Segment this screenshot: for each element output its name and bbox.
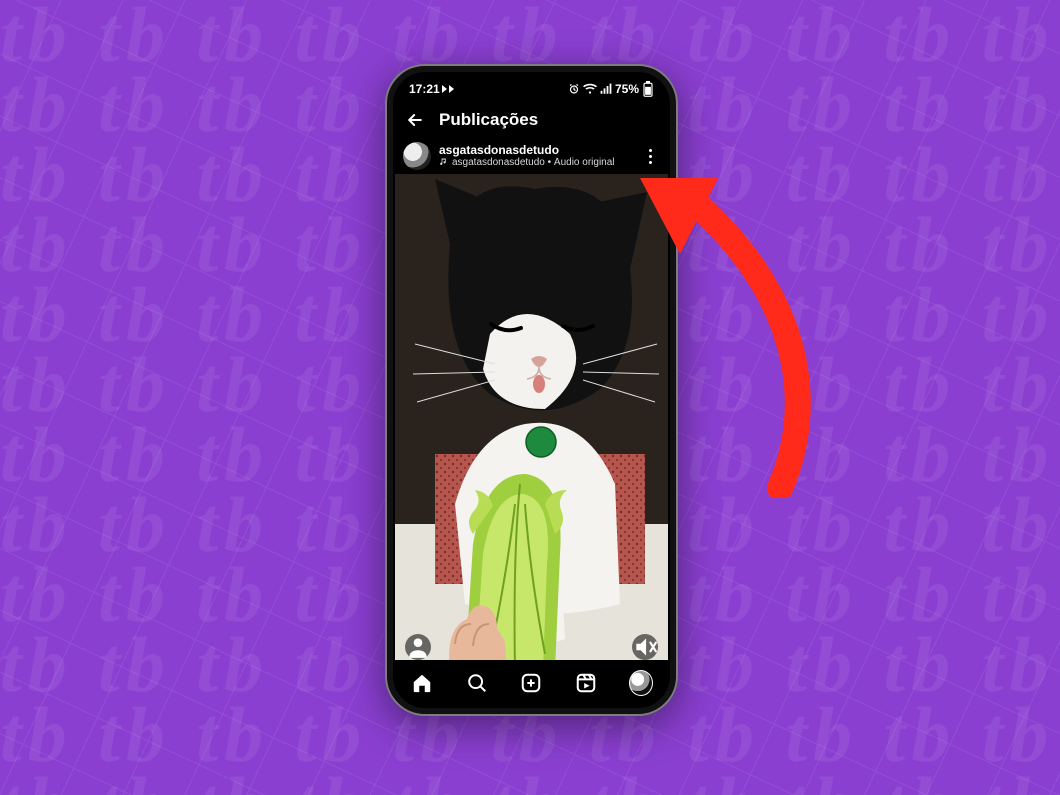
play-icon: [450, 85, 454, 93]
page-title: Publicações: [439, 110, 538, 130]
more-options-button[interactable]: [640, 149, 660, 164]
tagged-people-button[interactable]: [405, 634, 431, 660]
audio-text: asgatasdonasdetudo • Áudio original: [452, 157, 615, 169]
back-button[interactable]: [405, 110, 425, 130]
tab-search[interactable]: [465, 671, 489, 695]
status-time: 17:21: [409, 82, 440, 96]
battery-percent: 75%: [615, 82, 639, 96]
tab-home[interactable]: [410, 671, 434, 695]
phone-mockup: 17:21 75%: [385, 64, 678, 716]
play-icon: [443, 85, 447, 93]
battery-icon: [642, 81, 654, 97]
media-illustration: [395, 174, 668, 670]
wifi-icon: [583, 83, 597, 95]
author-username[interactable]: asgatasdonasdetudo: [439, 143, 632, 157]
mute-button[interactable]: [632, 634, 658, 660]
tutorial-canvas: tb tb tb tb tb tb tb tb tb tb tb tb tb t…: [0, 0, 1060, 795]
audio-attribution[interactable]: asgatasdonasdetudo • Áudio original: [439, 157, 632, 170]
alarm-icon: [568, 83, 580, 95]
app-bar: Publicações: [395, 102, 668, 138]
post-media[interactable]: [395, 174, 668, 670]
post-header: asgatasdonasdetudo asgatasdonasdetudo • …: [395, 138, 668, 174]
status-bar: 17:21 75%: [395, 74, 668, 102]
signal-icon: [600, 83, 612, 95]
screen: 17:21 75%: [395, 74, 668, 706]
tab-reels[interactable]: [574, 671, 598, 695]
author-avatar[interactable]: [403, 142, 431, 170]
music-note-icon: [439, 157, 448, 170]
profile-avatar-icon: [629, 670, 653, 696]
tab-create[interactable]: [519, 671, 543, 695]
tab-bar: [395, 660, 668, 706]
tab-profile[interactable]: [629, 671, 653, 695]
